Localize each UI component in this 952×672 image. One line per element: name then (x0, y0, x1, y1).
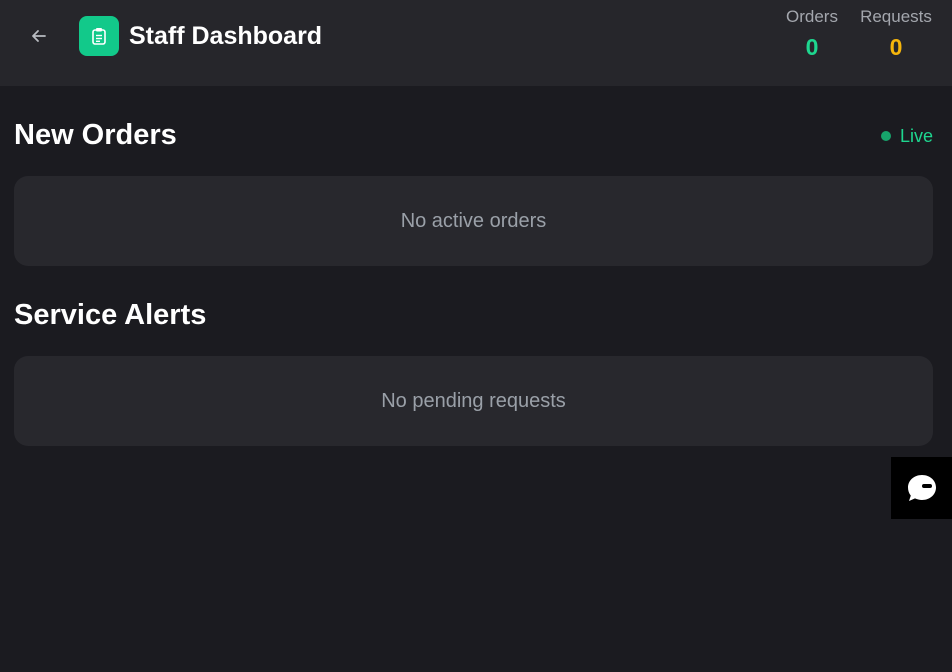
back-button[interactable] (24, 21, 54, 51)
live-dot-icon (880, 131, 891, 141)
chat-bubble-icon (907, 475, 936, 501)
arrow-left-icon (32, 30, 46, 42)
alerts-empty-text: No pending requests (381, 389, 566, 412)
live-label: Live (899, 126, 933, 146)
live-indicator: Live (880, 124, 933, 148)
orders-counter-label: Orders (786, 7, 838, 26)
new-orders-heading: New Orders (14, 119, 177, 151)
service-alerts-heading: Service Alerts (14, 299, 207, 331)
orders-counter-value: 0 (805, 34, 819, 60)
orders-empty-text: No active orders (400, 209, 547, 232)
requests-counter-label: Requests (860, 7, 932, 26)
alerts-empty-card: No pending requests (14, 356, 933, 446)
orders-empty-card: No active orders (14, 176, 933, 266)
app-logo (79, 16, 119, 56)
requests-counter: Requests 0 (856, 6, 936, 62)
clipboard-icon (92, 28, 106, 45)
top-header: Staff Dashboard Orders 0 Requests 0 (0, 0, 952, 86)
page-title: Staff Dashboard (129, 22, 323, 50)
orders-counter: Orders 0 (782, 6, 842, 62)
chat-widget-button[interactable] (891, 457, 952, 519)
requests-counter-value: 0 (889, 34, 903, 60)
